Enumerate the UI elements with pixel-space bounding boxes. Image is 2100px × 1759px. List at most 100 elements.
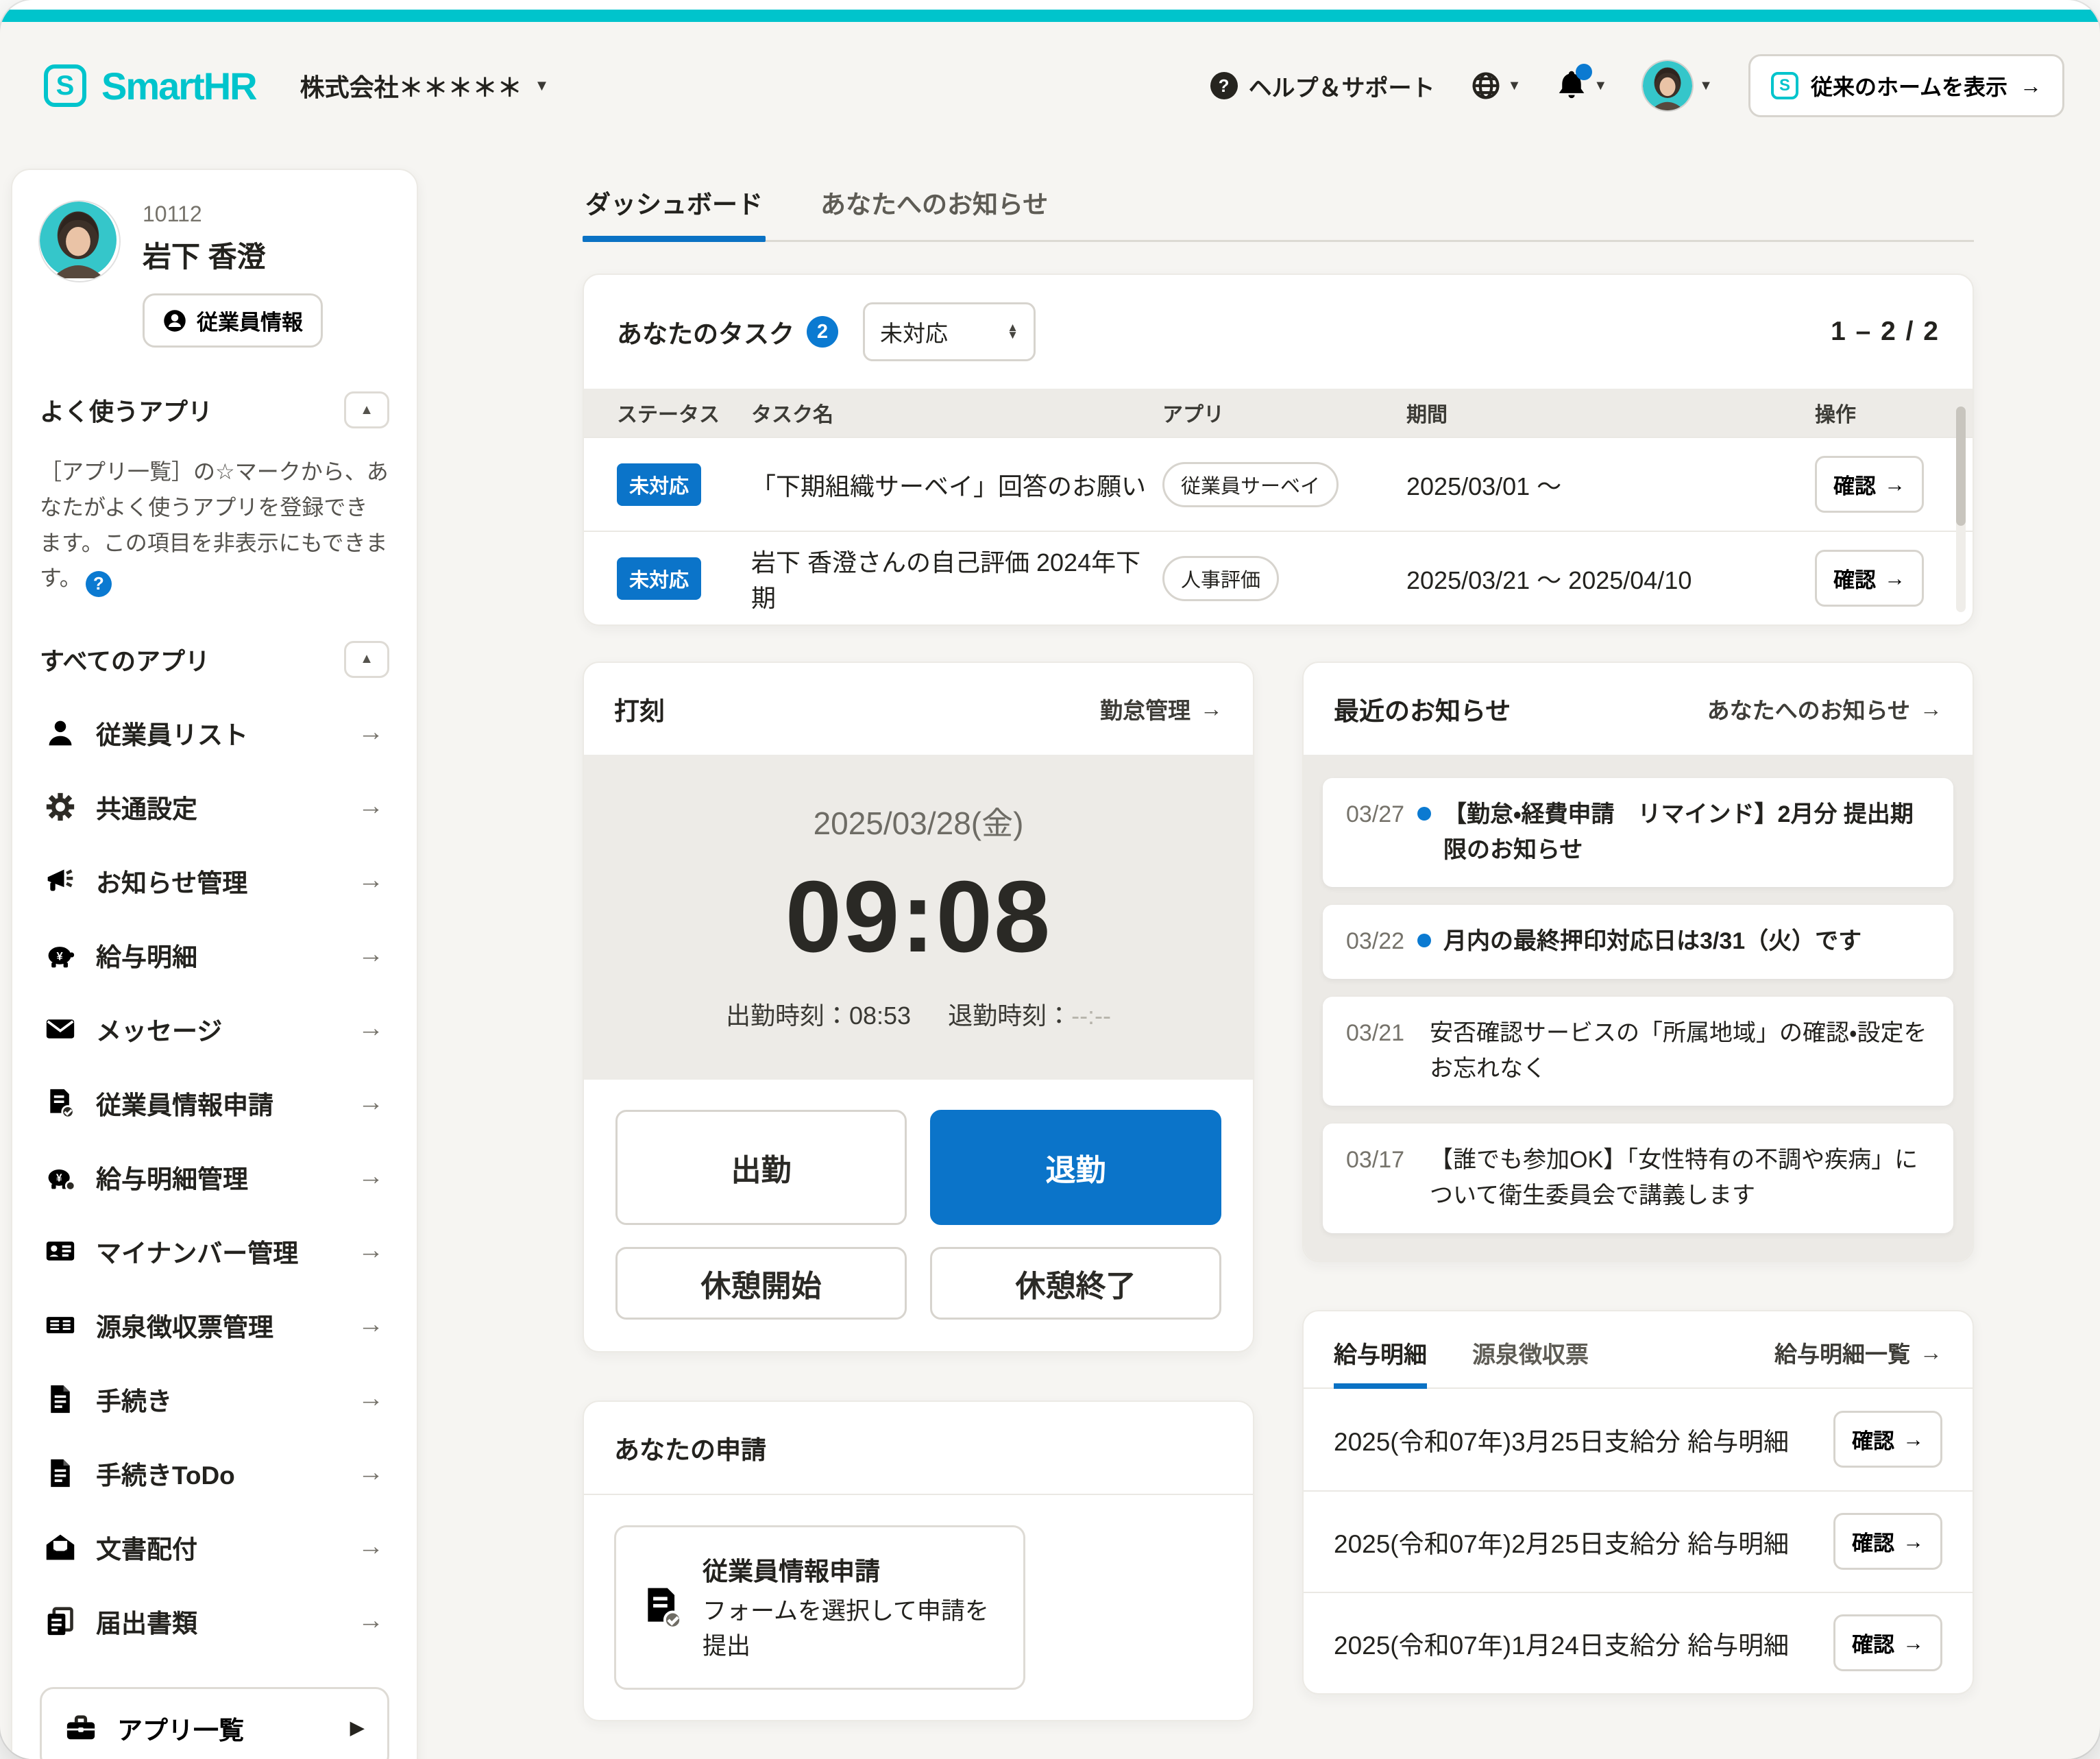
clock-out-label: 退勤時刻： (948, 1002, 1071, 1030)
app-label: 文書配付 (96, 1529, 197, 1566)
employee-id: 10112 (143, 202, 323, 227)
smarthr-logo-icon: S (44, 64, 86, 107)
notifications-menu[interactable]: ▼ (1556, 69, 1607, 103)
avatar-photo (1643, 61, 1692, 110)
sidebar-item-withholding-admin[interactable]: 源泉徴収票管理 → (40, 1288, 389, 1362)
payslip-row: 2025(令和07年)3月25日支給分 給与明細 確認 → (1304, 1389, 1973, 1490)
employee-info-button[interactable]: 従業員情報 (143, 293, 323, 348)
your-notifications-link[interactable]: あなたへのお知らせ → (1707, 692, 1942, 725)
task-period: 2025/03/21 ～ 2025/04/10 (1406, 561, 1815, 596)
announcement-item[interactable]: 03/22 月内の最終押印対応日は3/31（火）です (1323, 905, 1953, 979)
sidebar-item-payslip-admin[interactable]: 給与明細管理 → (40, 1140, 389, 1214)
confirm-button[interactable]: 確認 → (1815, 456, 1924, 513)
favorite-apps-collapse-button[interactable]: ▲ (344, 391, 389, 428)
sidebar-item-messages[interactable]: メッセージ → (40, 992, 389, 1066)
person-circle-icon (162, 308, 187, 333)
app-list-button[interactable]: アプリ一覧 ▶ (40, 1687, 389, 1759)
confirm-label: 確認 (1833, 563, 1876, 594)
announcement-text: 【誰でも参加OK】「女性特有の不調や疾病」について衛生委員会で講義します (1430, 1143, 1930, 1213)
sidebar-item-submitted-documents[interactable]: 届出書類 → (40, 1584, 389, 1658)
task-status-filter-value: 未対応 (880, 315, 948, 348)
app-label: 共通設定 (96, 788, 197, 825)
scrollbar-thumb[interactable] (1956, 407, 1966, 526)
chevron-up-icon: ▲ (360, 402, 374, 418)
id-card-icon (45, 1236, 75, 1266)
favorite-apps-note: ［アプリ一覧］の☆マークから、あなたがよく使うアプリを登録できます。この項目を非… (40, 454, 389, 597)
sidebar-item-employee-list[interactable]: 従業員リスト → (40, 696, 389, 770)
col-period: 期間 (1406, 398, 1815, 428)
help-icon[interactable]: ? (86, 571, 112, 597)
legacy-home-label: 従来のホームを表示 (1811, 70, 2007, 101)
arrow-right-icon: → (358, 1532, 384, 1562)
timeclock-title: 打刻 (614, 690, 665, 727)
employee-name: 岩下 香澄 (143, 234, 323, 276)
arrow-right-icon: → (1903, 1631, 1924, 1655)
sidebar-item-procedures[interactable]: 手続き → (40, 1362, 389, 1436)
tasks-scrollbar[interactable] (1956, 407, 1966, 612)
confirm-label: 確認 (1852, 1627, 1894, 1658)
break-end-button[interactable]: 休憩終了 (930, 1247, 1221, 1320)
legacy-home-button[interactable]: S 従来のホームを表示 → (1748, 54, 2064, 117)
confirm-button[interactable]: 確認 → (1815, 550, 1924, 607)
sidebar-item-procedures-todo[interactable]: 手続きToDo → (40, 1436, 389, 1510)
timeclock-card: 打刻 勤怠管理 → 2025/03/28(金) 09:08 出勤時刻：08:53 (583, 662, 1254, 1352)
confirm-button[interactable]: 確認 → (1833, 1513, 1942, 1570)
header-actions: ? ヘルプ＆サポート ▼ ▼ ▼ S (1210, 54, 2064, 117)
arrow-right-icon: → (1884, 566, 1905, 591)
announcements-title: 最近のお知らせ (1334, 690, 1511, 727)
sidebar-item-document-distribution[interactable]: 文書配付 → (40, 1510, 389, 1584)
break-start-button[interactable]: 休憩開始 (615, 1247, 907, 1320)
col-app: アプリ (1162, 398, 1406, 428)
task-name: 「下期組織サーベイ」回答のお願い (751, 467, 1162, 502)
help-support-link[interactable]: ? ヘルプ＆サポート (1210, 69, 1435, 103)
request-tile-title: 従業員情報申請 (703, 1551, 999, 1588)
clock-out-value: --:-- (1071, 1002, 1111, 1030)
app-label: 源泉徴収票管理 (96, 1307, 273, 1344)
attendance-admin-link[interactable]: 勤怠管理 → (1100, 692, 1223, 725)
sidebar-item-mynumber-admin[interactable]: マイナンバー管理 → (40, 1214, 389, 1288)
payslip-list-link[interactable]: 給与明細一覧 → (1774, 1336, 1942, 1387)
task-count-badge: 2 (807, 316, 838, 348)
avatar-photo (40, 202, 117, 278)
sidebar-item-announcement-admin[interactable]: お知らせ管理 → (40, 844, 389, 918)
app-label: マイナンバー管理 (96, 1233, 298, 1270)
announcement-item[interactable]: 03/17 【誰でも参加OK】「女性特有の不調や疾病」について衛生委員会で講義し… (1323, 1124, 1953, 1233)
arrow-right-icon: → (358, 1384, 384, 1414)
tab-dashboard[interactable]: ダッシュボード (583, 174, 766, 240)
confirm-button[interactable]: 確認 → (1833, 1614, 1942, 1671)
announcement-text: 安否確認サービスの「所属地域」の確認・設定をお忘れなく (1430, 1016, 1930, 1087)
sidebar-item-employee-info-request[interactable]: 従業員情報申請 → (40, 1066, 389, 1140)
confirm-button[interactable]: 確認 → (1833, 1411, 1942, 1468)
mail-icon (45, 1014, 75, 1044)
app-tag: 従業員サーベイ (1162, 462, 1339, 507)
task-status-filter[interactable]: 未対応 ▲▼ (863, 302, 1036, 361)
tab-withholding-slip[interactable]: 源泉徴収票 (1472, 1336, 1589, 1387)
language-menu[interactable]: ▼ (1471, 71, 1522, 101)
sidebar-item-payslip[interactable]: 給与明細 → (40, 918, 389, 992)
clock-in-value: 08:53 (849, 1002, 911, 1030)
employee-info-request-tile[interactable]: 従業員情報申請 フォームを選択して申請を提出 (614, 1525, 1025, 1690)
tasks-card: あなたのタスク 2 未対応 ▲▼ 1 – 2 / 2 ステータス タスク名 アプ… (583, 274, 1974, 626)
select-spinner-icon: ▲▼ (1007, 324, 1018, 339)
megaphone-icon (45, 866, 75, 896)
sidebar-item-common-settings[interactable]: 共通設定 → (40, 770, 389, 844)
tab-your-notifications[interactable]: あなたへのお知らせ (818, 174, 1051, 240)
announcement-item[interactable]: 03/21 安否確認サービスの「所属地域」の確認・設定をお忘れなく (1323, 997, 1953, 1106)
clock-out-button[interactable]: 退勤 (930, 1110, 1221, 1225)
app-list-label: アプリ一覧 (117, 1710, 244, 1747)
employee-avatar (40, 202, 119, 281)
chevron-down-icon: ▼ (1699, 78, 1713, 94)
all-apps-list: 従業員リスト → 共通設定 → お知らせ管理 → 給与明細 → (40, 696, 389, 1658)
payslip-title: 2025(令和07年)3月25日支給分 給与明細 (1334, 1421, 1789, 1458)
tab-payslip[interactable]: 給与明細 (1334, 1336, 1427, 1387)
clock-in-button[interactable]: 出勤 (615, 1110, 907, 1225)
arrow-right-icon: → (358, 1606, 384, 1636)
all-apps-collapse-button[interactable]: ▲ (344, 641, 389, 678)
app-label: お知らせ管理 (96, 862, 247, 899)
smarthr-logo[interactable]: S SmartHR (44, 64, 256, 108)
announcement-item[interactable]: 03/27 【勤怠・経費申請 リマインド】2月分 提出期限のお知らせ (1323, 778, 1953, 887)
account-menu[interactable]: ▼ (1643, 61, 1713, 110)
status-badge: 未対応 (617, 557, 701, 600)
favorite-apps-title: よく使うアプリ (40, 392, 212, 428)
company-selector[interactable]: 株式会社＊＊＊＊＊ ▼ (300, 68, 550, 104)
